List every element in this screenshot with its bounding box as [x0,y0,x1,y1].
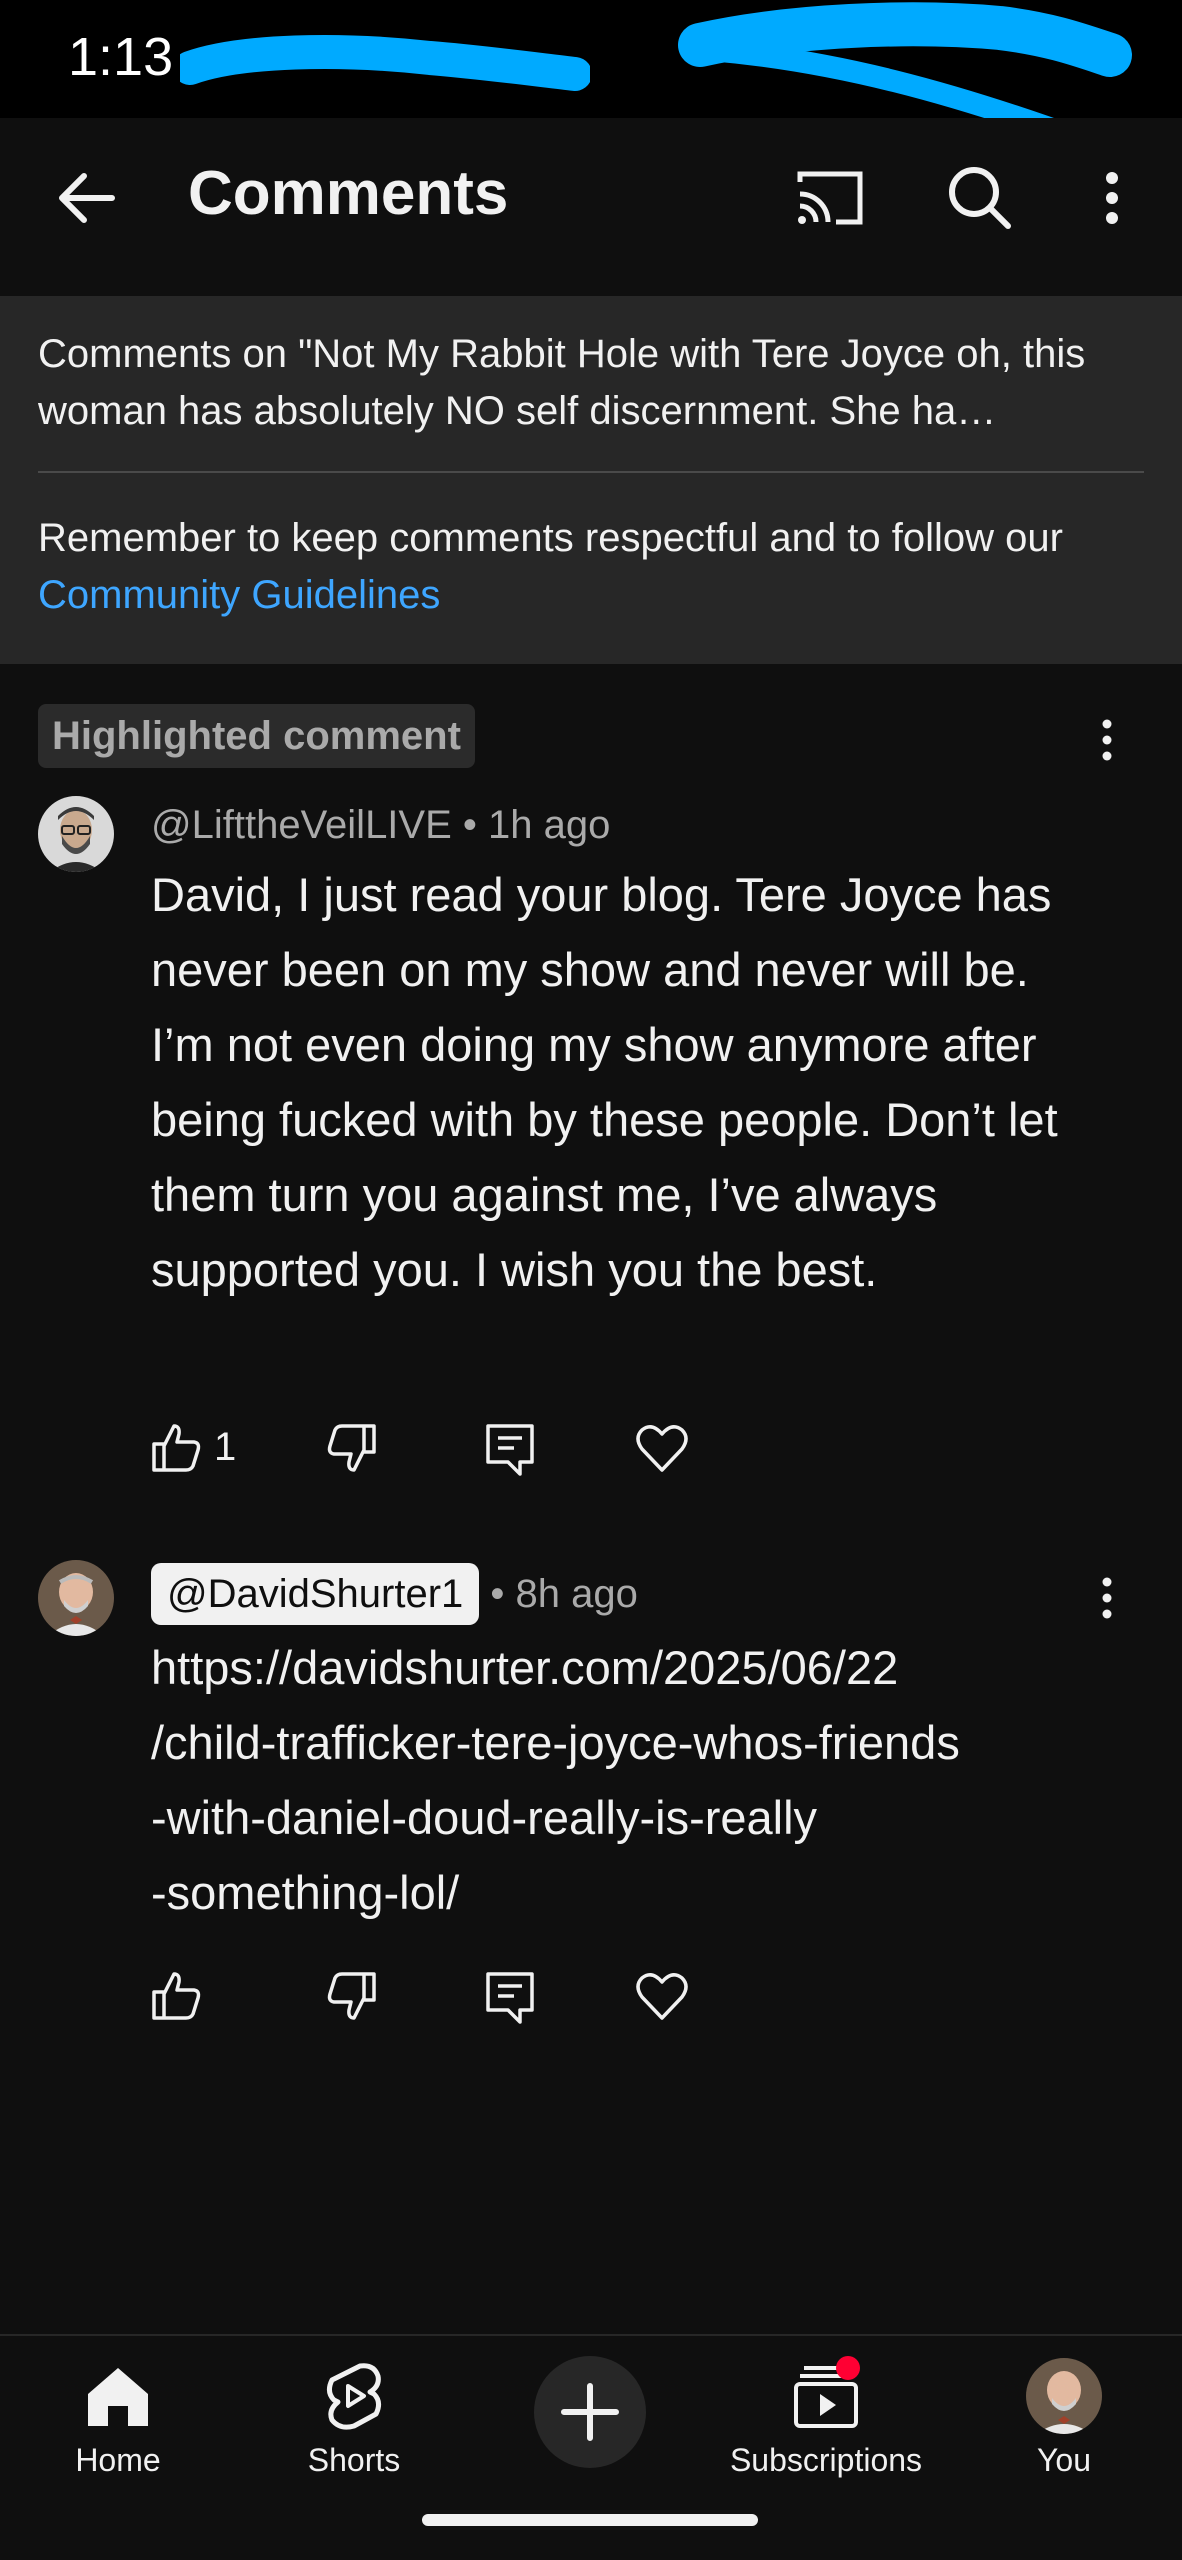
heart-icon[interactable] [632,1966,692,2026]
back-arrow-icon[interactable] [48,158,128,238]
status-bar: 1:13 [0,0,1182,161]
comment-more-icon[interactable] [1092,1568,1122,1628]
status-time: 1:13 [68,27,174,87]
link-line: -with-daniel-doud-really-is-really [151,1791,818,1844]
link-line: -something-lol/ [151,1866,460,1919]
comment-time: • 1h ago [451,803,611,847]
comment-author[interactable]: @LifttheVeilLIVE [151,803,452,847]
avatar [1026,2358,1102,2434]
reply-icon[interactable] [480,1418,540,1478]
nav-home[interactable]: Home [18,2356,218,2479]
link-line: /child-trafficker-tere-joyce-whos-friend… [151,1716,960,1769]
guidelines-notice: Remember to keep comments respectful and… [38,510,1148,624]
nav-label: You [1037,2442,1091,2478]
comment-text: David, I just read your blog. Tere Joyce… [151,868,1058,1296]
comment-meta: @DavidShurter1 • 8h ago [151,1563,638,1625]
subscriptions-icon [794,2356,860,2428]
more-options-icon[interactable] [1090,158,1134,238]
community-guidelines-link[interactable]: Community Guidelines [38,573,440,617]
bottom-navigation: Home Shorts Subscriptions You [0,2334,1182,2560]
like-count: 1 [214,1425,237,1469]
video-context-text: Comments on "Not My Rabbit Hole with Ter… [38,332,1086,433]
nav-label: Shorts [307,2442,401,2478]
comment-more-icon[interactable] [1092,710,1122,770]
comment-meta: @LifttheVeilLIVE • 1h ago [151,797,610,853]
plus-icon [561,2383,619,2441]
app-bar: Comments [0,118,1182,296]
nav-label: Subscriptions [729,2442,923,2478]
cast-icon[interactable] [790,158,870,238]
avatar[interactable] [38,796,114,872]
avatar[interactable] [38,1560,114,1636]
home-indicator[interactable] [422,2514,758,2526]
guidelines-text: Remember to keep comments respectful and… [38,516,1063,560]
shorts-icon [326,2363,382,2430]
nav-shorts[interactable]: Shorts [254,2356,454,2479]
comments-header-panel: Comments on "Not My Rabbit Hole with Ter… [0,296,1182,664]
dislike-icon[interactable] [322,1966,382,2026]
dislike-icon[interactable] [322,1418,382,1478]
redaction-scribble-left [180,35,590,91]
like-icon[interactable] [146,1966,206,2026]
comment-author[interactable]: @DavidShurter1 [151,1563,480,1625]
divider [38,471,1144,473]
search-icon[interactable] [940,158,1020,238]
nav-subscriptions[interactable]: Subscriptions [726,2356,926,2479]
create-button[interactable] [534,2356,646,2468]
like-icon[interactable] [146,1418,206,1478]
highlighted-comment-badge: Highlighted comment [38,704,475,768]
comment-link[interactable]: https://davidshurter.com/2025/06/22 /chi… [151,1630,1091,1930]
reply-icon[interactable] [480,1966,540,2026]
page-title: Comments [188,159,509,228]
comment-time: • 8h ago [479,1572,638,1616]
nav-you[interactable]: You [964,2356,1164,2479]
home-icon [88,2368,148,2426]
nav-label: Home [75,2442,161,2478]
heart-icon[interactable] [632,1418,692,1478]
link-line: https://davidshurter.com/2025/06/22 [151,1641,899,1694]
